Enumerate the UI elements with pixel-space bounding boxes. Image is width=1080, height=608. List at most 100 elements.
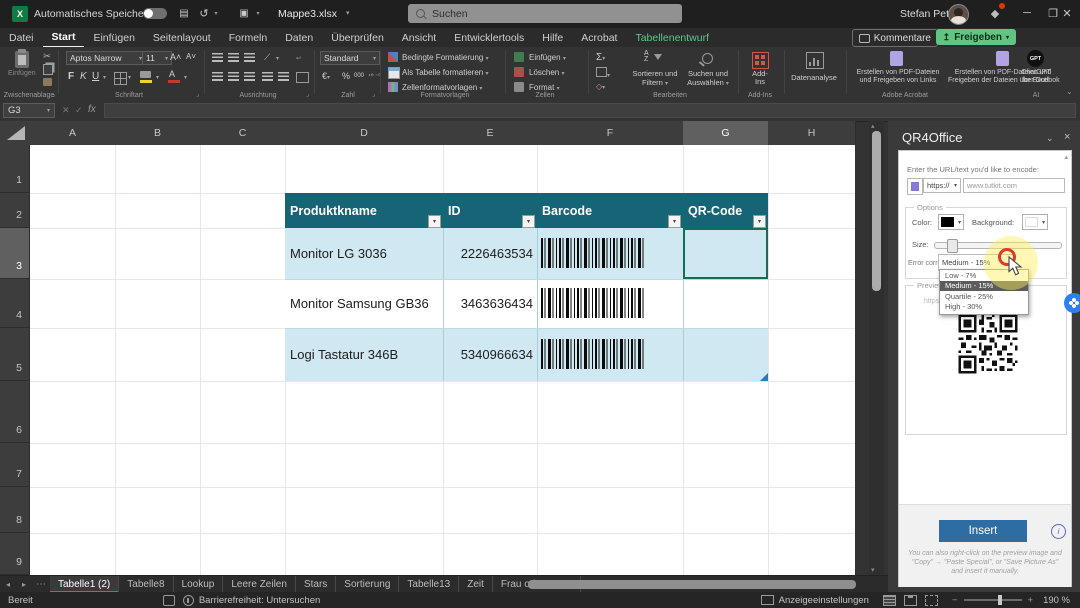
pdf-outlook-icon[interactable] (996, 51, 1009, 66)
currency-icon[interactable]: €▾ (322, 71, 330, 81)
font-color-icon[interactable]: A (168, 69, 180, 83)
alignment-dialog-launcher[interactable]: ⌟ (306, 90, 309, 98)
addins-icon[interactable] (752, 52, 769, 69)
underline-button[interactable]: U (92, 71, 99, 82)
macro-record-icon[interactable] (163, 595, 175, 606)
fill-button[interactable]: ▾ (596, 67, 610, 79)
row-header-9[interactable]: 9 (0, 533, 30, 575)
orientation-dropdown-icon[interactable]: ▾ (276, 55, 279, 62)
scroll-down-icon[interactable]: ▾ (871, 566, 875, 574)
delete-cells-icon[interactable] (514, 67, 524, 77)
format-as-table-button[interactable]: Als Tabelle formatieren ▾ (402, 68, 488, 77)
wrap-text-icon[interactable]: ↩ (296, 55, 301, 62)
format-cells-icon[interactable] (514, 82, 524, 92)
comments-button[interactable]: Kommentare (852, 29, 938, 47)
tab-entwicklertools[interactable]: Entwicklertools (445, 28, 533, 47)
camera-icon[interactable]: ▣ (236, 5, 252, 21)
sheet-tab-tabelle8[interactable]: Tabelle8 (119, 576, 173, 593)
barcode-image-1[interactable] (541, 238, 645, 268)
search-input[interactable]: Suchen (408, 4, 682, 23)
fx-icon[interactable]: fx (88, 104, 96, 115)
url-input[interactable]: www.tutkit.com (963, 178, 1065, 193)
align-center-icon[interactable] (228, 72, 239, 81)
page-break-view-icon[interactable] (925, 595, 938, 606)
font-dialog-launcher[interactable]: ⌟ (196, 90, 199, 98)
cell-id-1[interactable]: 2226463534 (443, 228, 533, 279)
col-header-g[interactable]: G (683, 121, 769, 146)
data-analysis-button[interactable]: Datenanalyse (786, 73, 842, 82)
thousands-icon[interactable]: 000 (354, 73, 364, 79)
cell-product-3[interactable]: Logi Tastatur 346B (290, 328, 398, 381)
row-header-5[interactable]: 5 (0, 328, 30, 381)
zoom-in-icon[interactable]: + (1028, 595, 1034, 606)
panel-menu-icon[interactable]: ⌄ (1046, 133, 1054, 144)
formula-input[interactable] (104, 103, 1076, 118)
filter-button-id[interactable]: ▾ (522, 215, 535, 228)
zoom-slider[interactable] (964, 599, 1022, 601)
align-top-icon[interactable] (212, 53, 223, 62)
save-icon[interactable]: ▤ (176, 5, 192, 21)
tab-datei[interactable]: Datei (0, 28, 43, 47)
panel-expand-icon[interactable]: ▴ (1064, 153, 1068, 161)
bold-button[interactable]: F (68, 71, 74, 82)
normal-view-icon[interactable] (883, 595, 896, 606)
zoom-out-icon[interactable]: − (952, 595, 958, 606)
undo-dropdown-icon[interactable]: ▾ (212, 8, 220, 18)
insert-cells-button[interactable]: Einfügen ▾ (529, 53, 566, 62)
pdf-share-link-button[interactable]: Erstellen von PDF-Dateienund Freigeben v… (850, 69, 946, 85)
row-header-8[interactable]: 8 (0, 487, 30, 533)
display-settings[interactable]: Anzeigeeinstellungen (779, 595, 869, 606)
row-header-4[interactable]: 4 (0, 279, 30, 328)
delete-cells-button[interactable]: Löschen ▾ (529, 68, 565, 77)
col-header-f[interactable]: F (537, 121, 684, 146)
chatgpt-icon[interactable]: GPT (1027, 50, 1044, 67)
zoom-level[interactable]: 190 % (1043, 595, 1070, 606)
enter-icon[interactable]: ✓ (75, 105, 83, 116)
background-swatch[interactable]: ▾ (1022, 214, 1048, 230)
cell-product-1[interactable]: Monitor LG 3036 (290, 228, 387, 279)
tab-formeln[interactable]: Formeln (220, 28, 277, 47)
addins-button[interactable]: Add-Ins (748, 70, 772, 86)
autosum-button[interactable]: Σ▾ (596, 52, 605, 63)
clear-button[interactable]: ◇▾ (596, 82, 605, 91)
data-analysis-icon[interactable] (806, 52, 824, 69)
decrease-indent-icon[interactable] (262, 72, 273, 81)
minimize-button[interactable]: ─ (1014, 2, 1040, 24)
borders-icon[interactable] (114, 72, 127, 85)
insert-cells-icon[interactable] (514, 52, 524, 62)
sheet-tab-stars[interactable]: Stars (296, 576, 336, 593)
row-header-7[interactable]: 7 (0, 443, 30, 487)
dropdown-option-high[interactable]: High - 30% (940, 302, 1028, 313)
table-header-barcode[interactable]: Barcode (537, 193, 683, 228)
tab-ansicht[interactable]: Ansicht (393, 28, 445, 47)
cell-id-3[interactable]: 5340966634 (443, 328, 533, 381)
select-all-corner[interactable] (0, 121, 31, 146)
sheet-list-icon[interactable]: ⋯ (32, 576, 50, 593)
sheet-tab-zeit[interactable]: Zeit (459, 576, 493, 593)
filter-button-barcode[interactable]: ▾ (668, 215, 681, 228)
dropdown-option-quartile[interactable]: Quartile - 25% (940, 291, 1028, 302)
number-dialog-launcher[interactable]: ⌟ (372, 90, 375, 98)
autosave-toggle[interactable] (143, 8, 167, 19)
col-header-c[interactable]: C (200, 121, 286, 146)
number-format-combo[interactable]: Standard▾ (320, 51, 380, 65)
align-bottom-icon[interactable] (244, 53, 255, 62)
format-cells-button[interactable]: Format ▾ (529, 83, 560, 92)
accessibility-status[interactable]: Barrierefreiheit: Untersuchen (199, 595, 320, 606)
row-header-2[interactable]: 2 (0, 193, 30, 228)
tab-ueberpruefen[interactable]: Überprüfen (322, 28, 393, 47)
workbook-dropdown-icon[interactable]: ▾ (346, 9, 350, 17)
decimal-icons[interactable]: ⁺⁰ ⁻⁰ (368, 73, 381, 80)
align-right-icon[interactable] (244, 72, 255, 81)
col-header-e[interactable]: E (443, 121, 538, 146)
cell-id-2[interactable]: 3463636434 (443, 279, 533, 328)
sort-filter-button[interactable]: AZ Sortieren undFiltern ▾ (632, 51, 678, 95)
chatgpt-button[interactable]: ChatGPTfor Excel (1016, 69, 1056, 85)
sheet-tab-leere-zeilen[interactable]: Leere Zeilen (223, 576, 296, 593)
borders-dropdown-icon[interactable]: ▾ (128, 74, 131, 81)
share-overlay-icon[interactable] (1064, 293, 1080, 313)
qr-code-preview[interactable] (956, 312, 1020, 376)
avatar[interactable] (948, 4, 969, 25)
tab-daten[interactable]: Daten (276, 28, 322, 47)
percent-icon[interactable]: % (342, 71, 350, 81)
